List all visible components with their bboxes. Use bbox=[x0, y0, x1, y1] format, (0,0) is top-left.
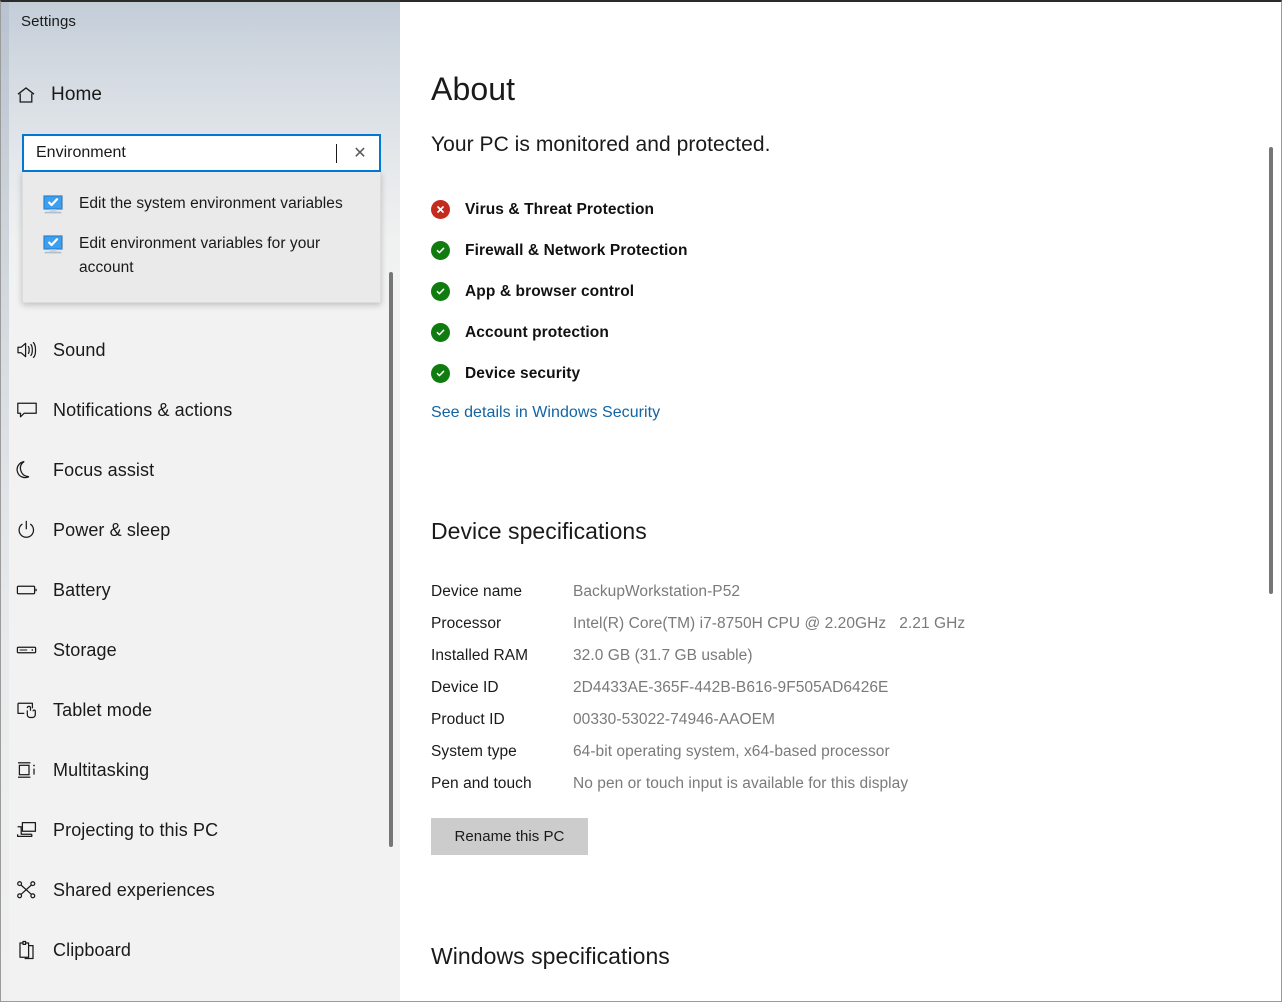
settings-window: Settings Home ✕ bbox=[0, 0, 1282, 1002]
spec-key: System type bbox=[431, 743, 517, 760]
spec-value: 00330-53022-74946-AAOEM bbox=[573, 711, 775, 728]
sidebar-item-storage[interactable]: Storage bbox=[1, 620, 400, 680]
sidebar-item-notifications[interactable]: Notifications & actions bbox=[1, 380, 400, 440]
tablet-icon bbox=[1, 699, 53, 721]
spec-key: Product ID bbox=[431, 711, 505, 728]
sidebar-item-home-label: Home bbox=[51, 84, 103, 105]
spec-row: Product ID 00330-53022-74946-AAOEM bbox=[431, 704, 965, 736]
protection-headline: Your PC is monitored and protected. bbox=[431, 133, 771, 156]
spec-row: Pen and touch No pen or touch input is a… bbox=[431, 768, 965, 800]
sidebar-item-shared-experiences[interactable]: Shared experiences bbox=[1, 860, 400, 920]
sidebar-item-multitasking[interactable]: Multitasking bbox=[1, 740, 400, 800]
ok-badge-icon bbox=[431, 282, 450, 301]
sidebar-item-clipboard[interactable]: Clipboard bbox=[1, 920, 400, 980]
multitasking-icon bbox=[1, 759, 53, 781]
status-label: Account protection bbox=[465, 323, 609, 341]
sidebar-scrollbar-thumb[interactable] bbox=[389, 272, 393, 847]
projecting-icon bbox=[1, 819, 53, 841]
spec-row: Installed RAM 32.0 GB (31.7 GB usable) bbox=[431, 640, 965, 672]
status-label: Firewall & Network Protection bbox=[465, 241, 688, 259]
sidebar-item-remote-desktop[interactable]: Remote Desktop bbox=[1, 980, 400, 1002]
see-details-windows-security-link[interactable]: See details in Windows Security bbox=[431, 404, 660, 422]
spec-key: Pen and touch bbox=[431, 775, 532, 792]
status-row: Device security bbox=[431, 353, 688, 394]
storage-icon bbox=[1, 639, 53, 661]
sidebar-item-projecting[interactable]: Projecting to this PC bbox=[1, 800, 400, 860]
spec-value: 2D4433AE-365F-442B-B616-9F505AD6426E bbox=[573, 679, 889, 696]
spec-key: Device name bbox=[431, 583, 523, 600]
ok-badge-icon bbox=[431, 364, 450, 383]
sidebar-item-label: Tablet mode bbox=[53, 699, 153, 720]
status-label: Device security bbox=[465, 364, 581, 382]
windows-specifications-heading: Windows specifications bbox=[431, 943, 670, 969]
suggestion-label: Edit the system environment variables bbox=[79, 195, 343, 212]
ok-badge-icon bbox=[431, 323, 450, 342]
app-title: Settings bbox=[21, 13, 76, 30]
sidebar-item-label: Storage bbox=[53, 639, 117, 660]
sidebar-item-sound[interactable]: Sound bbox=[1, 320, 400, 380]
status-row: App & browser control bbox=[431, 271, 688, 312]
sidebar-item-tablet-mode[interactable]: Tablet mode bbox=[1, 680, 400, 740]
security-status-list: Virus & Threat Protection Firewall & Net… bbox=[431, 189, 688, 394]
ok-badge-icon bbox=[431, 241, 450, 260]
spec-value: Intel(R) Core(TM) i7-8750H CPU @ 2.20GHz… bbox=[573, 615, 966, 632]
moon-icon bbox=[1, 459, 53, 481]
text-caret bbox=[336, 143, 337, 163]
share-nodes-icon bbox=[1, 879, 53, 901]
sidebar-item-focus-assist[interactable]: Focus assist bbox=[1, 440, 400, 500]
main-content: About Your PC is monitored and protected… bbox=[400, 3, 1281, 1001]
search-input[interactable] bbox=[24, 136, 341, 170]
spec-key: Processor bbox=[431, 615, 502, 632]
sidebar-item-label: Sound bbox=[53, 339, 106, 360]
home-icon bbox=[1, 84, 51, 106]
search-suggestions-dropdown: Edit the system environment variables Ed… bbox=[22, 172, 381, 303]
device-specifications-table: Device name BackupWorkstation-P52 Proces… bbox=[431, 576, 965, 800]
status-row: Account protection bbox=[431, 312, 688, 353]
spec-row: Processor Intel(R) Core(TM) i7-8750H CPU… bbox=[431, 608, 965, 640]
spec-value: 64-bit operating system, x64-based proce… bbox=[573, 743, 890, 760]
spec-key: Device ID bbox=[431, 679, 499, 696]
clear-search-icon[interactable]: ✕ bbox=[341, 136, 379, 170]
content-scrollbar-thumb[interactable] bbox=[1269, 147, 1273, 594]
sidebar-item-label: Shared experiences bbox=[53, 879, 215, 900]
sidebar-item-label: Projecting to this PC bbox=[53, 819, 219, 840]
spec-row: System type 64-bit operating system, x64… bbox=[431, 736, 965, 768]
spec-value: No pen or touch input is available for t… bbox=[573, 775, 909, 792]
sidebar-item-label: Clipboard bbox=[53, 939, 131, 960]
status-label: App & browser control bbox=[465, 282, 635, 300]
error-badge-icon bbox=[431, 200, 450, 219]
sidebar-item-battery[interactable]: Battery bbox=[1, 560, 400, 620]
spec-key: Installed RAM bbox=[431, 647, 529, 664]
spec-value: 32.0 GB (31.7 GB usable) bbox=[573, 647, 753, 664]
status-label: Virus & Threat Protection bbox=[465, 200, 655, 218]
system-properties-icon bbox=[41, 234, 65, 256]
chat-bubble-icon bbox=[1, 399, 53, 421]
sidebar-item-label: Notifications & actions bbox=[53, 399, 233, 420]
sidebar-item-label: Battery bbox=[53, 579, 111, 600]
sidebar-item-power-sleep[interactable]: Power & sleep bbox=[1, 500, 400, 560]
speaker-icon bbox=[1, 339, 53, 361]
rename-this-pc-button[interactable]: Rename this PC bbox=[431, 818, 588, 855]
search-box[interactable]: ✕ bbox=[22, 134, 381, 172]
spec-row: Device name BackupWorkstation-P52 bbox=[431, 576, 965, 608]
sidebar-item-home[interactable]: Home bbox=[1, 77, 400, 113]
power-icon bbox=[1, 519, 53, 541]
system-properties-icon bbox=[41, 194, 65, 216]
device-specifications-heading: Device specifications bbox=[431, 518, 647, 544]
sidebar: Settings Home ✕ bbox=[1, 2, 400, 1002]
page-title: About bbox=[431, 71, 516, 107]
status-row: Firewall & Network Protection bbox=[431, 230, 688, 271]
suggestion-item[interactable]: Edit the system environment variables bbox=[23, 184, 380, 224]
sidebar-item-label: Focus assist bbox=[53, 459, 155, 480]
sidebar-item-label: Power & sleep bbox=[53, 519, 171, 540]
suggestion-item[interactable]: Edit environment variables for your acco… bbox=[23, 224, 380, 288]
sidebar-nav-list: Sound Notifications & actions Focus assi… bbox=[1, 320, 400, 1002]
sidebar-item-label: Multitasking bbox=[53, 759, 150, 780]
spec-value: BackupWorkstation-P52 bbox=[573, 583, 741, 600]
battery-icon bbox=[1, 579, 53, 601]
spec-row: Device ID 2D4433AE-365F-442B-B616-9F505A… bbox=[431, 672, 965, 704]
clipboard-icon bbox=[1, 939, 53, 961]
status-row: Virus & Threat Protection bbox=[431, 189, 688, 230]
suggestion-label: Edit environment variables for your acco… bbox=[79, 235, 321, 276]
